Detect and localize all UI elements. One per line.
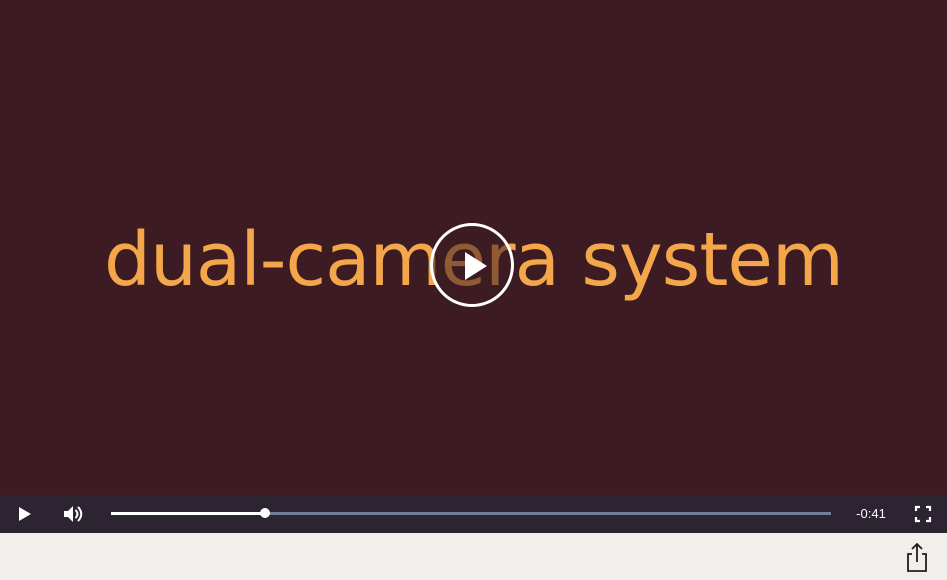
play-circle-icon	[465, 252, 487, 280]
volume-icon	[64, 506, 83, 522]
volume-button[interactable]	[57, 495, 91, 533]
footer-bar	[0, 533, 947, 580]
control-bar: -0:41	[0, 495, 947, 533]
play-button[interactable]	[8, 495, 42, 533]
seek-bar-thumb[interactable]	[260, 508, 271, 518]
big-play-button[interactable]	[430, 223, 514, 307]
seek-bar-played	[111, 512, 266, 515]
fullscreen-icon	[914, 505, 932, 523]
time-remaining: -0:41	[856, 506, 886, 521]
share-icon	[907, 542, 927, 572]
play-icon	[19, 507, 31, 521]
fullscreen-button[interactable]	[906, 495, 940, 533]
share-button[interactable]	[903, 541, 931, 573]
video-player: dual-camera system -0:41	[0, 0, 947, 533]
video-frame[interactable]: dual-camera system	[0, 0, 947, 495]
seek-bar[interactable]	[111, 508, 831, 518]
